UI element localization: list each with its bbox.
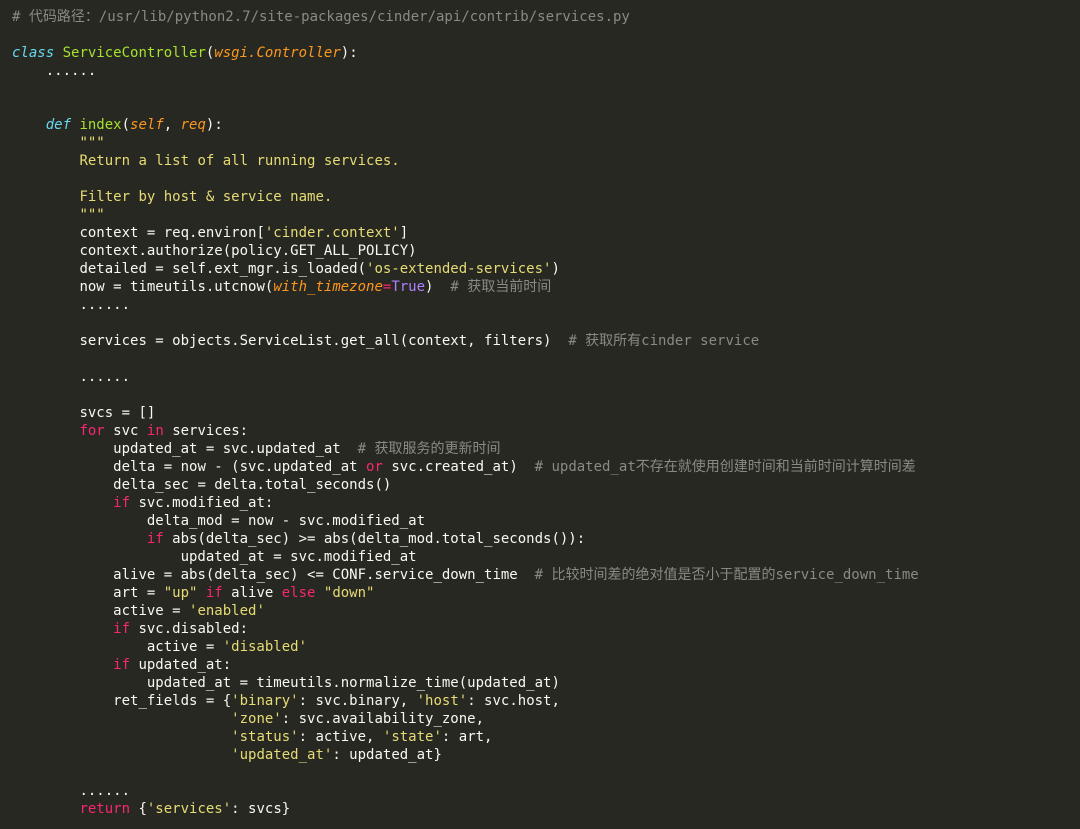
line-delta-b: svc.created_at) [383, 459, 535, 475]
str-host: 'host' [417, 693, 468, 709]
val-true: True [391, 279, 425, 295]
kw-with-tz: with_timezone [273, 279, 383, 295]
cm-now: # 获取当前时间 [450, 279, 551, 295]
dots4: ...... [79, 783, 130, 799]
line-now-a: now = timeutils.utcnow( [79, 279, 273, 295]
str-state: 'state' [383, 729, 442, 745]
cm-delta: # updated_at不存在就使用创建时间和当前时间计算时间差 [535, 459, 916, 475]
line-if-disabled: svc.disabled: [130, 621, 248, 637]
line-services: services = objects.ServiceList.get_all(c… [79, 333, 568, 349]
line-detailed: detailed = self.ext_mgr.is_loaded( [79, 261, 366, 277]
code-block: # 代码路径：/usr/lib/python2.7/site-packages/… [0, 0, 1080, 826]
var-svc: svc [113, 423, 138, 439]
kw-def: def [46, 117, 71, 133]
docstring-l2: Filter by host & service name. [79, 189, 332, 205]
str-cinder-ctx: 'cinder.context' [265, 225, 400, 241]
req-param: req [181, 117, 206, 133]
line-ret3c: : art, [442, 729, 493, 745]
line-alive: alive = abs(delta_sec) <= CONF.service_d… [113, 567, 534, 583]
line-ret4b: : updated_at} [332, 747, 442, 763]
str-services-key: 'services' [147, 801, 231, 817]
line-context: context = req.environ[ [79, 225, 264, 241]
dots2: ...... [79, 297, 130, 313]
line-context-end: ] [400, 225, 408, 241]
kw-if1: if [113, 495, 130, 511]
self-param: self [130, 117, 164, 133]
kw-or: or [366, 459, 383, 475]
docstring-close: """ [79, 207, 104, 223]
kw-in: in [147, 423, 164, 439]
rparen: ) [551, 261, 559, 277]
line-ret1c: : svc.host, [467, 693, 560, 709]
line-if-abs: abs(delta_sec) >= abs(delta_mod.total_se… [164, 531, 585, 547]
str-os-ext: 'os-extended-services' [366, 261, 551, 277]
str-status: 'status' [231, 729, 298, 745]
str-zone: 'zone' [231, 711, 282, 727]
kw-if2a: if [147, 531, 164, 547]
line-delta-a: delta = now - (svc.updated_at [113, 459, 366, 475]
cm-services: # 获取所有cinder service [568, 333, 759, 349]
func-name: index [79, 117, 121, 133]
kw-class: class [12, 45, 54, 61]
kw-if3: if [113, 621, 130, 637]
line-ret1a: ret_fields = { [113, 693, 231, 709]
class-name: ServiceController [63, 45, 206, 61]
line-delta-sec: delta_sec = delta.total_seconds() [113, 477, 391, 493]
rparen2: ) [425, 279, 433, 295]
str-binary: 'binary' [231, 693, 298, 709]
str-enabled: 'enabled' [189, 603, 265, 619]
docstring-open: """ [79, 135, 104, 151]
line-svcs: svcs = [] [79, 405, 155, 421]
line-ret3b: : active, [299, 729, 383, 745]
line-return-b: : svcs} [231, 801, 290, 817]
line-active-b: active = [147, 639, 223, 655]
dots: ...... [46, 63, 97, 79]
dots3: ...... [79, 369, 130, 385]
kw-return: return [79, 801, 130, 817]
str-down: "down" [315, 585, 374, 601]
line-if-mod: svc.modified_at: [130, 495, 273, 511]
str-up: "up" [164, 585, 198, 601]
path-comment: # 代码路径：/usr/lib/python2.7/site-packages/… [12, 9, 630, 25]
str-updated-at: 'updated_at' [231, 747, 332, 763]
line-ret1b: : svc.binary, [299, 693, 417, 709]
var-services: services: [172, 423, 248, 439]
docstring-l1: Return a list of all running services. [79, 153, 399, 169]
line-ret2b: : svc.availability_zone, [282, 711, 484, 727]
kw-if2b: if [197, 585, 231, 601]
kw-for: for [79, 423, 104, 439]
kw-else: else [282, 585, 316, 601]
line-return-a: { [130, 801, 147, 817]
base-class: wsgi.Controller [214, 45, 340, 61]
line-updated-at: updated_at = svc.updated_at [113, 441, 357, 457]
line-art-a: art = [113, 585, 164, 601]
line-art-b: alive [231, 585, 282, 601]
line-authorize: context.authorize(policy.GET_ALL_POLICY) [79, 243, 416, 259]
cm-updated-at: # 获取服务的更新时间 [358, 441, 501, 457]
line-norm: updated_at = timeutils.normalize_time(up… [147, 675, 560, 691]
cm-alive: # 比较时间差的绝对值是否小于配置的service_down_time [535, 567, 919, 583]
line-active-a: active = [113, 603, 189, 619]
line-delta-mod: delta_mod = now - svc.modified_at [147, 513, 425, 529]
line-upd-mod: updated_at = svc.modified_at [181, 549, 417, 565]
str-disabled: 'disabled' [223, 639, 307, 655]
line-if-updated: updated_at: [130, 657, 231, 673]
kw-if4: if [113, 657, 130, 673]
